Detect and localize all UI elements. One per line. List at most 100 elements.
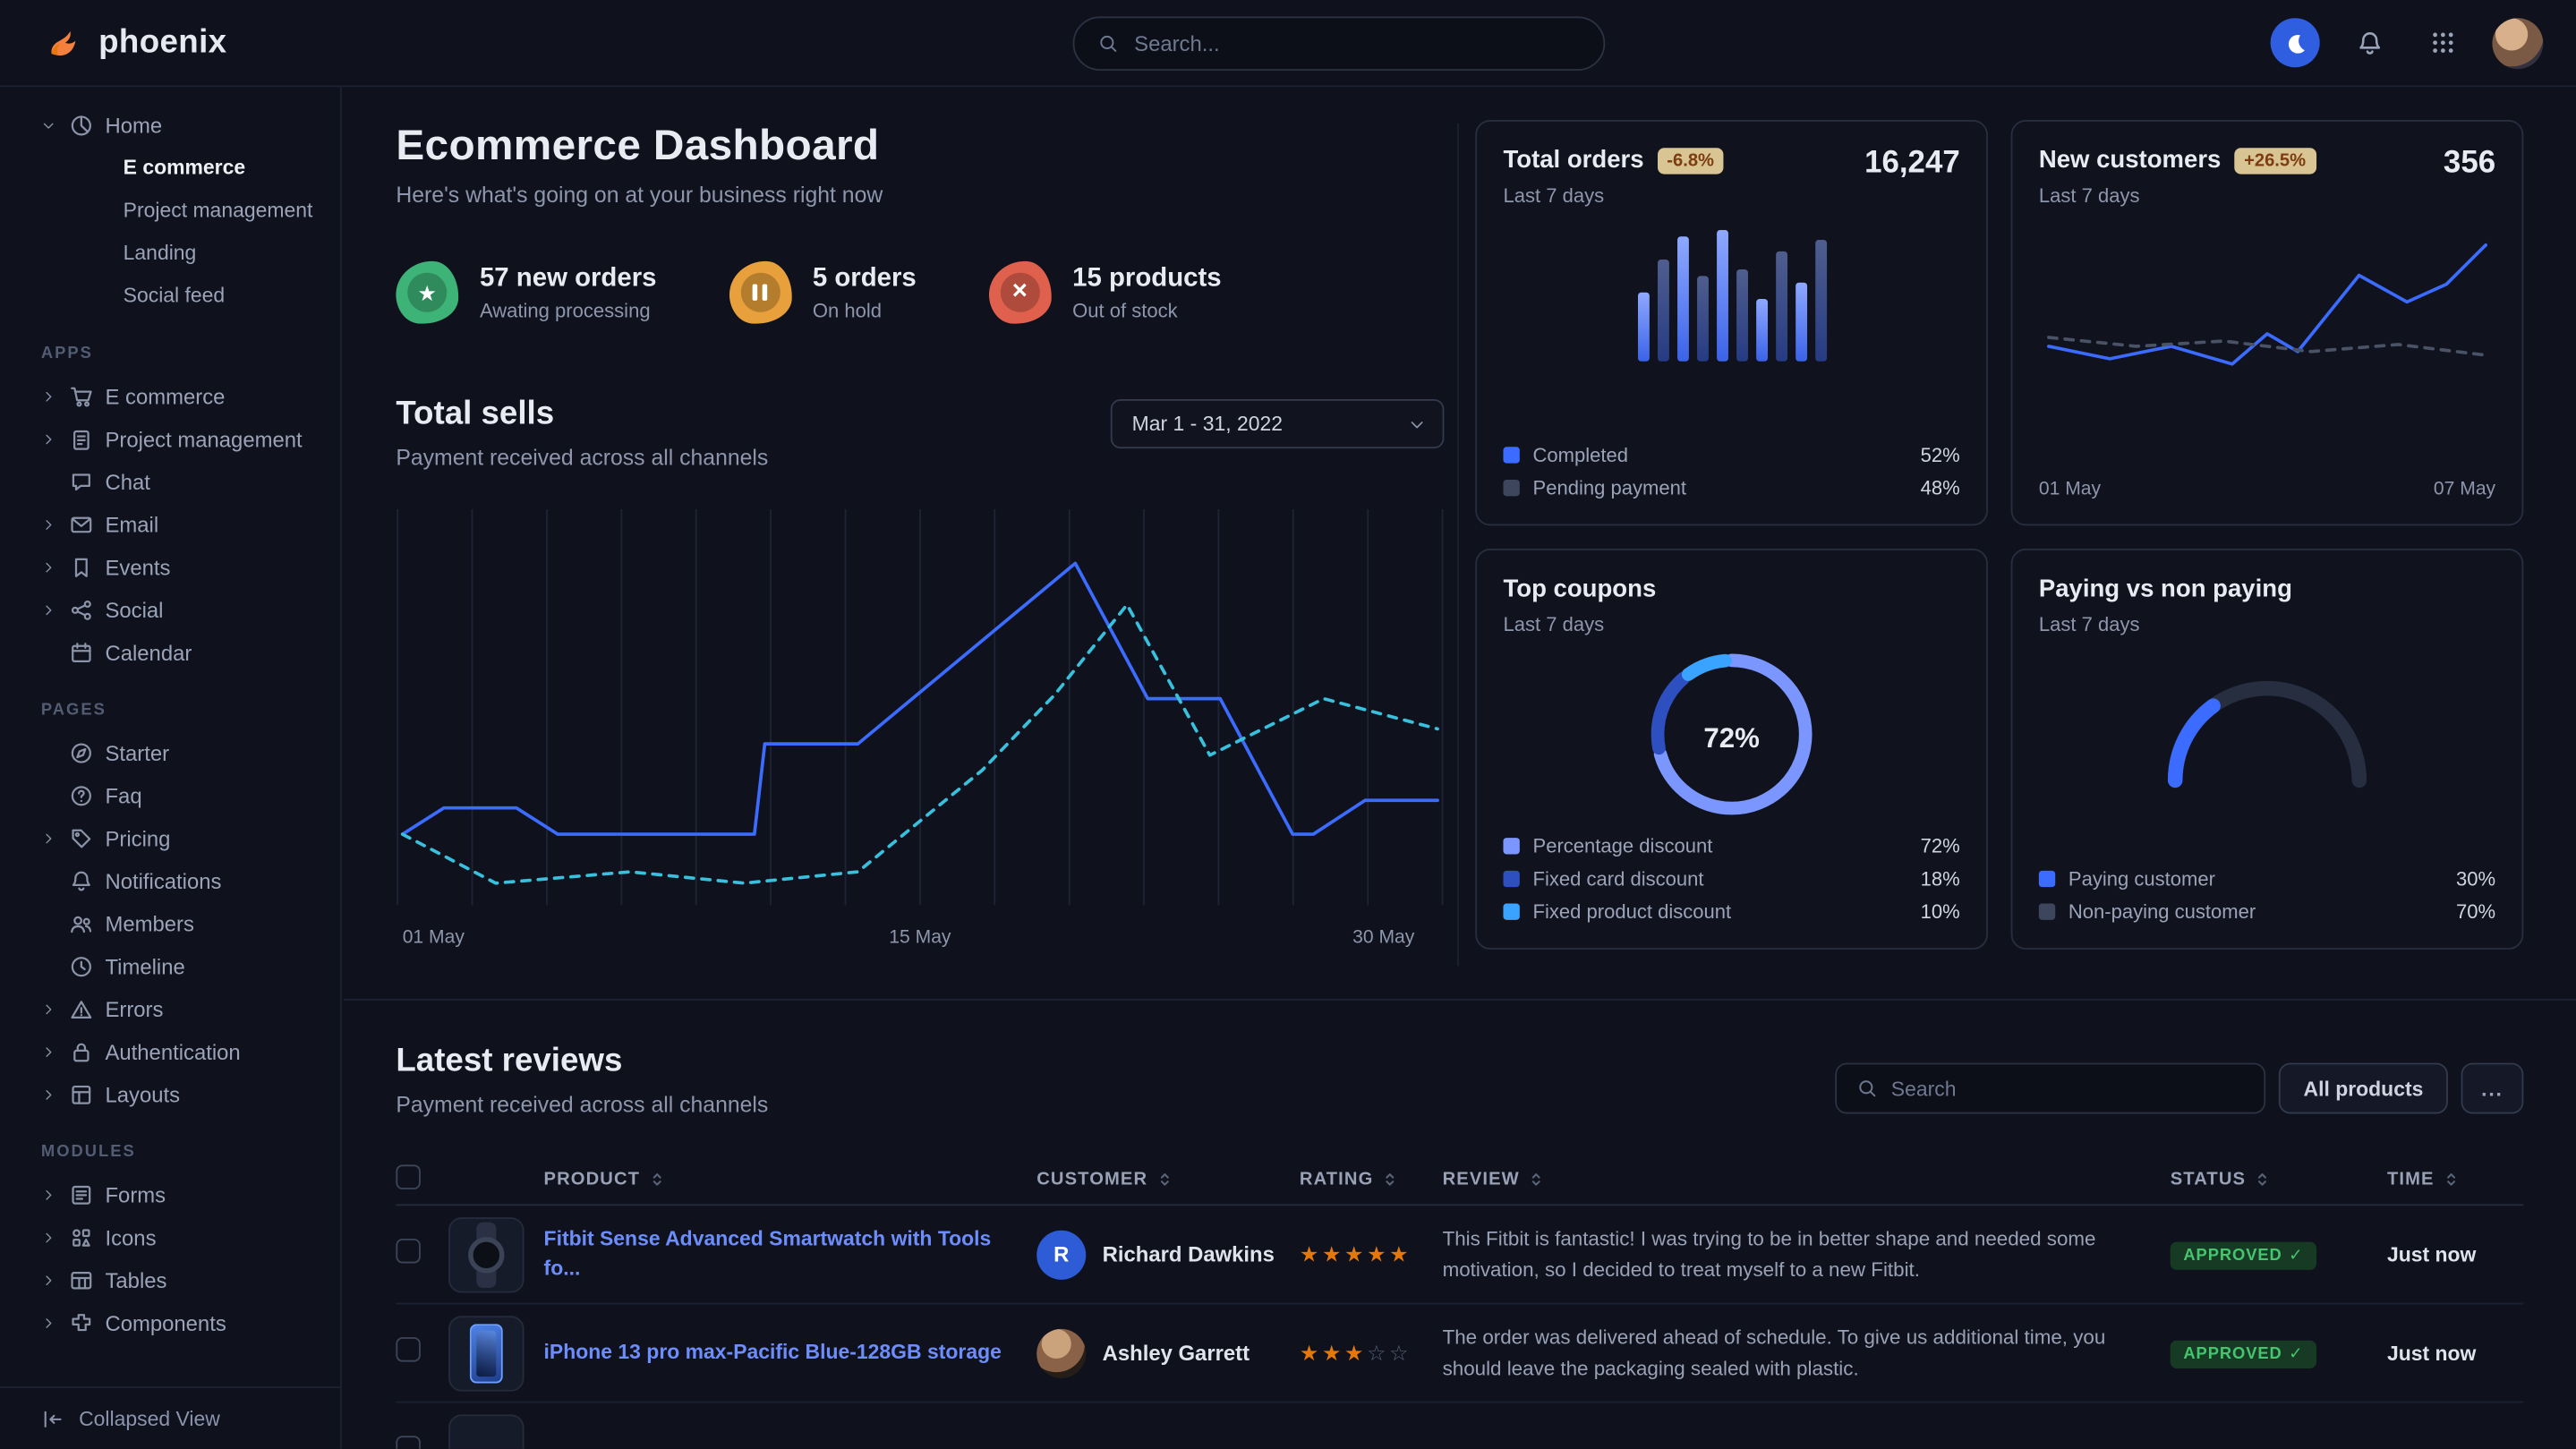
sidebar-item-faq[interactable]: Faq <box>0 774 340 817</box>
sidebar-item-errors[interactable]: Errors <box>0 987 340 1030</box>
select-all-checkbox[interactable] <box>396 1163 421 1189</box>
sidebar-item-components[interactable]: Components <box>0 1301 340 1344</box>
sidebar-item-label: Social <box>105 597 163 622</box>
bar <box>1716 230 1727 362</box>
sidebar-subitem-social-feed[interactable]: Social feed <box>0 275 340 318</box>
caret-right-icon <box>41 431 56 447</box>
theme-toggle-button[interactable] <box>2271 18 2320 67</box>
sidebar-section-label-pages: PAGES <box>41 702 340 720</box>
warning-icon <box>69 996 94 1021</box>
sidebar-item-members[interactable]: Members <box>0 902 340 945</box>
column-header-time[interactable]: TIME <box>2387 1169 2523 1189</box>
caret-right-icon <box>41 1002 56 1017</box>
bar <box>1696 276 1708 361</box>
reviews-search-input[interactable] <box>1891 1077 2245 1100</box>
customer-avatar <box>1036 1328 1086 1377</box>
legend-label: Percentage discount <box>1533 834 1713 857</box>
user-avatar[interactable] <box>2492 17 2543 68</box>
sidebar-subitem-e-commerce[interactable]: E commerce <box>0 146 340 189</box>
row-checkbox[interactable] <box>396 1336 421 1361</box>
bar <box>1775 251 1787 361</box>
sidebar-item-authentication[interactable]: Authentication <box>0 1030 340 1073</box>
new-customers-value: 356 <box>2444 146 2495 182</box>
review-row: iPhone 13 pro max-Pacific Blue-128GB sto… <box>396 1304 2523 1402</box>
product-thumbnail[interactable] <box>448 1216 524 1291</box>
column-header-customer[interactable]: CUSTOMER <box>1036 1169 1300 1189</box>
legend-label: Paying customer <box>2068 867 2215 891</box>
caret-down-icon <box>1408 414 1426 432</box>
caret-right-icon <box>41 388 56 404</box>
column-header-review[interactable]: REVIEW <box>1443 1169 2171 1189</box>
sidebar-item-notifications[interactable]: Notifications <box>0 859 340 902</box>
sidebar-item-tables[interactable]: Tables <box>0 1258 340 1301</box>
product-thumbnail[interactable] <box>448 1413 524 1448</box>
column-header-rating[interactable]: RATING <box>1300 1169 1443 1189</box>
review-time: Just now <box>2387 1243 2523 1266</box>
card-period: Last 7 days <box>2039 613 2495 636</box>
sidebar-item-starter[interactable]: Starter <box>0 731 340 774</box>
sidebar-item-calendar[interactable]: Calendar <box>0 631 340 674</box>
stat-on-hold: 5 orders On hold <box>729 261 917 324</box>
total-sells-x-axis: 01 May 15 May 30 May <box>396 928 1444 954</box>
more-options-button[interactable]: ... <box>2461 1063 2524 1114</box>
card-title: Paying vs non paying <box>2039 575 2495 602</box>
sidebar-item-timeline[interactable]: Timeline <box>0 944 340 987</box>
sort-icon <box>648 1171 664 1187</box>
card-title: Total orders <box>1503 146 1643 174</box>
row-checkbox[interactable] <box>396 1238 421 1263</box>
date-range-value: Mar 1 - 31, 2022 <box>1132 413 1283 436</box>
sidebar-item-social[interactable]: Social <box>0 588 340 631</box>
reviews-search <box>1835 1063 2265 1114</box>
notifications-button[interactable] <box>2344 18 2393 67</box>
row-checkbox[interactable] <box>396 1435 421 1449</box>
sidebar-item-email[interactable]: Email <box>0 503 340 546</box>
layout-icon <box>69 1082 94 1107</box>
product-link[interactable]: iPhone 13 pro max-Pacific Blue-128GB sto… <box>544 1338 1037 1367</box>
column-header-status[interactable]: STATUS <box>2171 1169 2387 1189</box>
total-orders-value: 16,247 <box>1864 146 1960 182</box>
nav-search-input[interactable] <box>1134 30 1581 55</box>
collapse-view-button[interactable]: Collapsed View <box>0 1386 340 1449</box>
sidebar-item-events[interactable]: Events <box>0 545 340 588</box>
total-sells-header: Total sells Payment received across all … <box>396 396 1444 470</box>
sidebar-subitem-landing[interactable]: Landing <box>0 232 340 275</box>
total-sells-subtitle: Payment received across all channels <box>396 445 768 470</box>
total-orders-card: Total orders -6.8% Last 7 days 16,247 Co… <box>1475 120 1988 525</box>
sidebar-item-chat[interactable]: Chat <box>0 460 340 503</box>
sidebar-item-label: Icons <box>105 1224 156 1249</box>
column-header-product[interactable]: PRODUCT <box>544 1169 1037 1189</box>
legend-item-paying-customer: Paying customer 30% <box>2039 867 2495 891</box>
star-icon: ★ <box>396 261 458 324</box>
sidebar-item-layouts[interactable]: Layouts <box>0 1073 340 1116</box>
legend-label: Non-paying customer <box>2068 900 2256 924</box>
sidebar-item-forms[interactable]: Forms <box>0 1173 340 1216</box>
sidebar-item-pricing[interactable]: Pricing <box>0 816 340 859</box>
new-customers-chart-svg <box>2039 224 2495 434</box>
sidebar-item-label: Chat <box>105 469 149 494</box>
all-products-button[interactable]: All products <box>2279 1063 2448 1114</box>
sidebar-item-label: Tables <box>105 1267 166 1292</box>
total-sells-title: Total sells <box>396 396 768 433</box>
search-icon <box>1098 32 1120 54</box>
share-icon <box>69 597 94 622</box>
brand-logo[interactable]: phoenix <box>43 21 227 64</box>
caret-right-icon <box>41 1230 56 1245</box>
sidebar-subitem-project-management[interactable]: Project management <box>0 189 340 232</box>
sidebar-item-e-commerce[interactable]: E commerce <box>0 374 340 417</box>
legend-item-completed: Completed 52% <box>1503 444 1959 467</box>
sidebar-item-home[interactable]: Home <box>0 104 340 147</box>
product-thumbnail[interactable] <box>448 1315 524 1390</box>
caret-right-icon <box>41 516 56 532</box>
date-range-select[interactable]: Mar 1 - 31, 2022 <box>1111 399 1445 448</box>
puzzle-icon <box>69 1310 94 1335</box>
cart-icon <box>69 384 94 409</box>
envelope-icon <box>69 512 94 537</box>
latest-reviews-section: Latest reviews Payment received across a… <box>344 1001 2576 1449</box>
card-period: Last 7 days <box>2039 184 2316 208</box>
stat-caption: Awating processing <box>480 298 657 321</box>
product-link[interactable]: Fitbit Sense Advanced Smartwatch with To… <box>544 1225 1037 1283</box>
sidebar-item-project-management[interactable]: Project management <box>0 417 340 460</box>
apps-grid-button[interactable] <box>2418 18 2468 67</box>
stat-caption: Out of stock <box>1072 298 1221 321</box>
sidebar-item-icons[interactable]: Icons <box>0 1215 340 1258</box>
